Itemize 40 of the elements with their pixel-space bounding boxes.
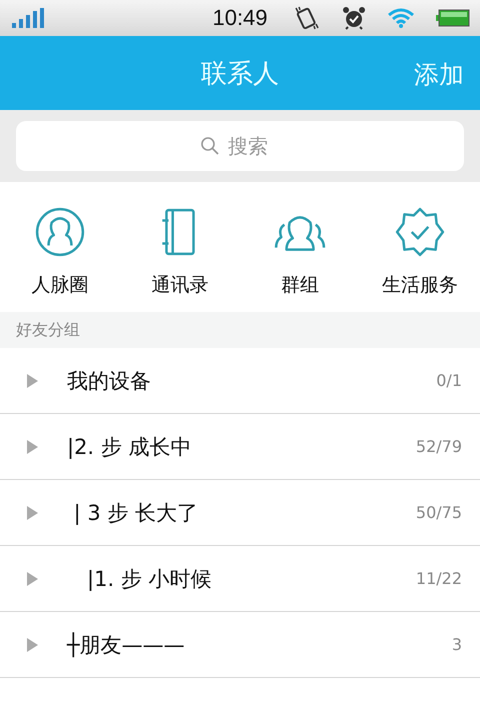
group-name: | 3 步 长大了 bbox=[72, 500, 198, 526]
shortcut-label: 群组 bbox=[281, 273, 319, 298]
clock-time: 10:49 bbox=[211, 5, 269, 31]
expand-arrow-icon[interactable] bbox=[27, 638, 38, 652]
group-name: 我的设备 bbox=[67, 368, 151, 394]
section-title: 好友分组 bbox=[16, 320, 80, 340]
shortcut-item[interactable]: 生活服务 bbox=[360, 182, 480, 312]
group-count: 50/75 bbox=[416, 503, 462, 522]
people-circle-icon bbox=[34, 206, 86, 258]
search-field[interactable]: 搜索 bbox=[226, 133, 280, 159]
shortcut-item[interactable]: 人脉圈 bbox=[0, 182, 120, 312]
shortcut-label: 人脉圈 bbox=[32, 273, 88, 298]
page-title: 联系人 bbox=[201, 58, 279, 90]
alarm-clock-icon bbox=[342, 6, 366, 30]
group-row[interactable]: |1. 步 小时候 11/22 bbox=[0, 546, 480, 612]
shortcut-label: 生活服务 bbox=[382, 273, 458, 298]
group-row[interactable]: |2. 步 成长中 52/79 bbox=[0, 414, 480, 480]
shortcut-label: 通讯录 bbox=[152, 273, 208, 298]
group-row[interactable]: ┼朋友——— 3 bbox=[0, 612, 480, 678]
group-count: 0/1 bbox=[436, 371, 462, 390]
wifi-icon bbox=[388, 8, 414, 28]
group-count: 52/79 bbox=[416, 437, 462, 456]
shortcut-item[interactable]: 群组 bbox=[240, 182, 360, 312]
search-icon bbox=[200, 136, 220, 156]
group-name: |2. 步 成长中 bbox=[67, 434, 192, 460]
expand-arrow-icon[interactable] bbox=[27, 572, 38, 586]
expand-arrow-icon[interactable] bbox=[27, 440, 38, 454]
group-count: 11/22 bbox=[416, 569, 462, 588]
group-name: ┼朋友——— bbox=[67, 631, 185, 658]
shortcut-item[interactable]: 通讯录 bbox=[120, 182, 240, 312]
group-row[interactable]: | 3 步 长大了 50/75 bbox=[0, 480, 480, 546]
expand-arrow-icon[interactable] bbox=[27, 374, 38, 388]
signal-icon bbox=[12, 8, 46, 28]
group-row[interactable]: 我的设备 0/1 bbox=[0, 348, 480, 414]
battery-icon bbox=[436, 9, 470, 27]
group-count: 3 bbox=[452, 635, 462, 654]
group-name: |1. 步 小时候 bbox=[86, 566, 212, 592]
expand-arrow-icon[interactable] bbox=[27, 506, 38, 520]
phone-vibrate-icon bbox=[294, 6, 320, 30]
checkmark-badge-icon bbox=[394, 206, 446, 258]
